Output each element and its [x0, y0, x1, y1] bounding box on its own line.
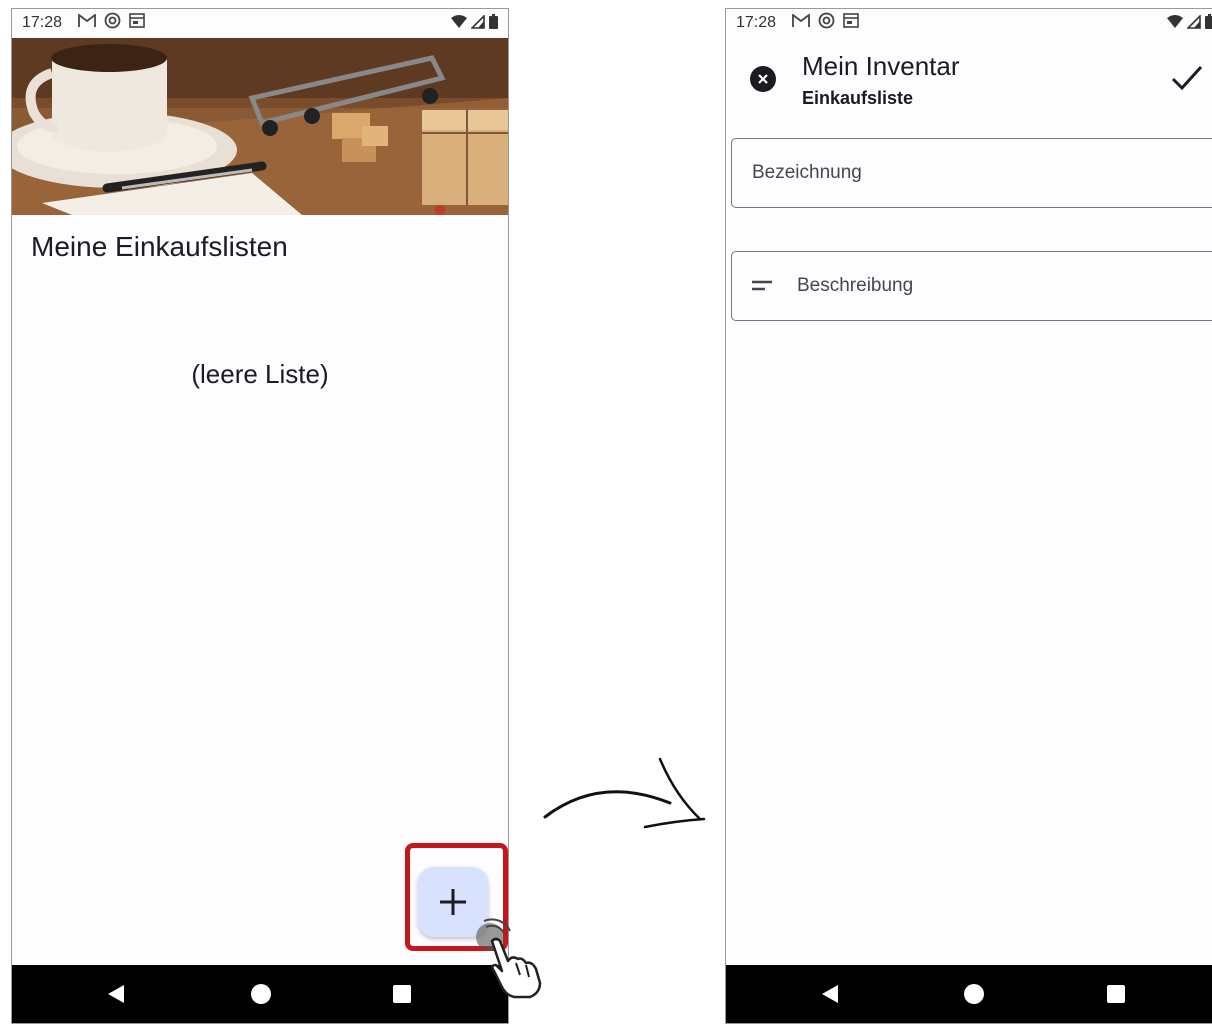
status-bar: 17:28: [12, 9, 508, 38]
name-placeholder: Bezeichnung: [752, 162, 862, 183]
shopping-lists-screen: 17:28 Meine Einkaufslisten (leere Liste): [11, 8, 509, 1024]
notes-icon: [752, 280, 772, 291]
status-bar: 17:28: [726, 9, 1212, 38]
appbar-title: Mein Inventar: [802, 51, 960, 81]
new-list-screen: 17:28 Mein Inventar Einkaufsliste Bezeic…: [725, 8, 1212, 1024]
page-title: Meine Einkaufslisten: [31, 231, 288, 262]
battery-icon: [489, 14, 498, 29]
gmail-icon: [792, 13, 810, 27]
signal-icon: [471, 14, 485, 29]
curved-arrow-icon: [543, 757, 706, 829]
recents-icon[interactable]: [393, 985, 411, 1003]
gmail-icon: [78, 13, 96, 27]
sync-icon: [104, 12, 121, 29]
close-icon[interactable]: [750, 66, 776, 92]
system-nav-bar: [726, 965, 1212, 1023]
back-icon[interactable]: [108, 985, 124, 1003]
status-time: 17:28: [736, 14, 777, 31]
recents-icon[interactable]: [1107, 985, 1125, 1003]
description-placeholder: Beschreibung: [797, 275, 914, 296]
check-icon[interactable]: [1170, 63, 1204, 93]
signal-icon: [1187, 14, 1201, 29]
wifi-icon: [1167, 15, 1183, 28]
sync-icon: [818, 12, 835, 29]
description-field[interactable]: Beschreibung: [731, 251, 1212, 321]
header-image: [12, 38, 508, 215]
empty-list-message: (leere Liste): [191, 359, 329, 389]
home-icon[interactable]: [251, 984, 271, 1004]
wifi-icon: [451, 15, 467, 28]
back-icon[interactable]: [822, 985, 838, 1003]
battery-icon: [1205, 14, 1212, 29]
system-nav-bar: [12, 965, 508, 1023]
coffee-desk-illustration: [12, 38, 508, 215]
name-field[interactable]: Bezeichnung: [731, 138, 1212, 208]
plus-icon: [440, 889, 466, 915]
appbar-subtitle: Einkaufsliste: [802, 88, 914, 108]
status-time: 17:28: [22, 14, 63, 31]
calendar-icon: [843, 13, 859, 28]
hand-pointer-icon: [476, 918, 542, 999]
calendar-icon: [129, 13, 145, 28]
home-icon[interactable]: [964, 984, 984, 1004]
